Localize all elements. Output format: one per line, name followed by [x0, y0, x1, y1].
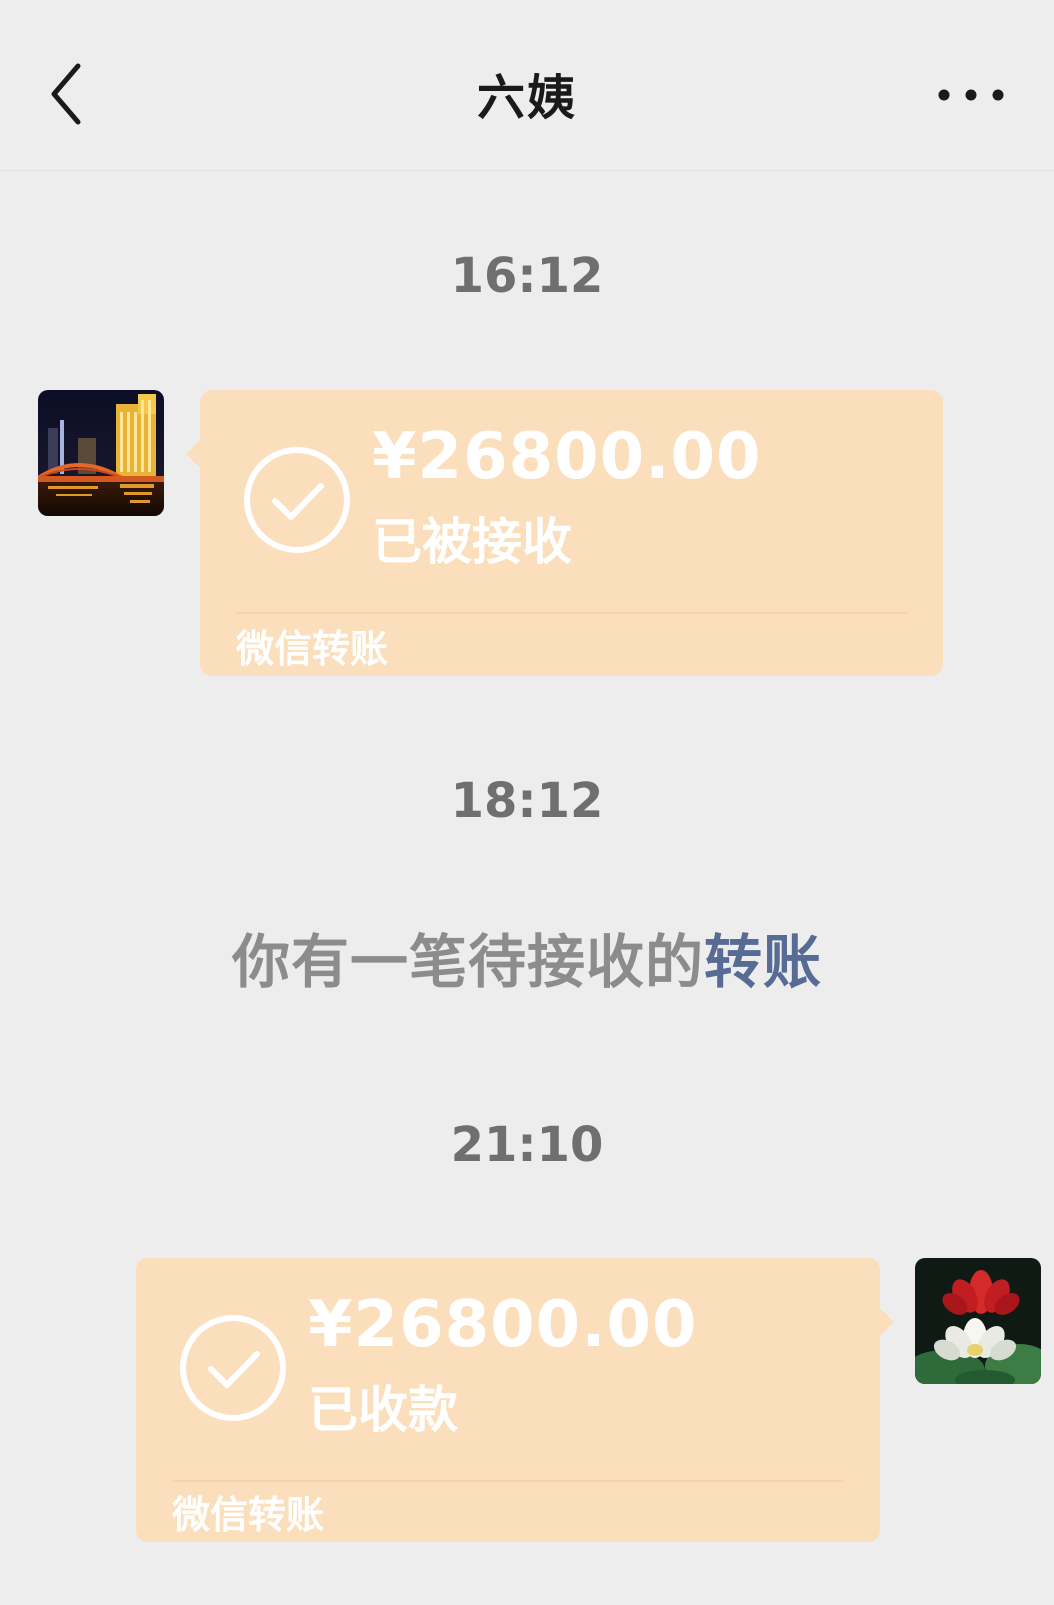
more-button[interactable] — [936, 80, 1006, 110]
bubble-divider — [172, 1480, 844, 1482]
transfer-source-label: 微信转账 — [172, 1493, 325, 1537]
chat-title: 六姨 — [476, 70, 577, 126]
check-circle-icon — [180, 1315, 286, 1421]
transfer-amount: ¥26800.00 — [372, 420, 762, 494]
timestamp: 18:12 — [450, 773, 604, 829]
transfer-status: 已收款 — [308, 1381, 458, 1439]
transfer-amount: ¥26800.00 — [308, 1288, 698, 1362]
timestamp: 21:10 — [450, 1117, 604, 1173]
city-night-avatar-image — [38, 390, 164, 516]
system-notice-text: 你有一笔待接收的 — [231, 928, 704, 996]
transfer-link[interactable]: 转账 — [704, 928, 822, 996]
transfer-status: 已被接收 — [372, 513, 572, 571]
lotus-flower-avatar-image — [915, 1258, 1041, 1384]
check-circle-icon — [244, 447, 350, 553]
transfer-bubble-sent[interactable]: ¥26800.00 已收款 微信转账 — [136, 1258, 894, 1542]
bubble-divider — [236, 612, 907, 614]
bubble-tail — [880, 1308, 894, 1336]
transfer-source-label: 微信转账 — [236, 627, 389, 671]
system-notice: 你有一笔待接收的转账 — [0, 915, 1054, 999]
my-avatar[interactable] — [915, 1258, 1041, 1384]
nav-bar: 六姨 — [0, 0, 1054, 171]
more-dots-icon — [938, 89, 1004, 101]
transfer-bubble-received[interactable]: ¥26800.00 已被接收 微信转账 — [186, 390, 943, 676]
bubble-tail — [186, 440, 200, 468]
timestamp: 16:12 — [450, 248, 604, 304]
contact-avatar[interactable] — [38, 390, 164, 516]
